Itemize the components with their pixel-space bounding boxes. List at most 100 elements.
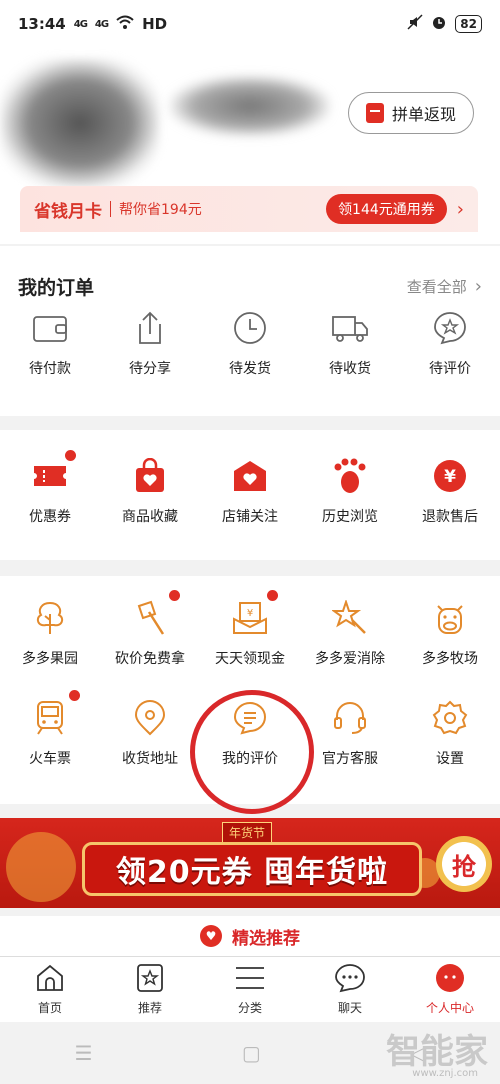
notification-dot bbox=[169, 590, 180, 601]
tab-chat[interactable]: 聊天 bbox=[300, 957, 400, 1022]
svg-text:¥: ¥ bbox=[247, 608, 253, 619]
ticket-icon bbox=[30, 450, 76, 496]
featured-picks-label: 精选推荐 bbox=[232, 928, 300, 949]
daily-cash-entry[interactable]: ¥ 天天领现金 bbox=[200, 590, 300, 668]
saving-card-banner[interactable]: 省钱月卡 帮你省194元 领144元通用券 › bbox=[20, 186, 478, 232]
promo-ribbon: 领20元券 囤年货啦 bbox=[82, 842, 422, 896]
shop-heart-icon bbox=[230, 456, 270, 496]
order-item-pending-payment[interactable]: 待付款 bbox=[0, 308, 100, 378]
orders-title: 我的订单 bbox=[18, 276, 95, 299]
tab-categories[interactable]: 分类 bbox=[200, 957, 300, 1022]
red-packet-icon bbox=[365, 103, 384, 123]
tab-label: 推荐 bbox=[137, 1001, 162, 1015]
coupon-button[interactable]: 领144元通用券 bbox=[326, 194, 447, 224]
order-item-pending-receipt[interactable]: 待收货 bbox=[300, 308, 400, 378]
promo-banner[interactable]: 年货节 领20元券 囤年货啦 抢 bbox=[0, 818, 500, 908]
gear-icon bbox=[430, 698, 470, 738]
status-bar: 13:44 4G 4G HD 82 bbox=[0, 0, 500, 48]
menu-nav-icon[interactable]: ☰ bbox=[75, 1041, 93, 1065]
tool-label: 火车票 bbox=[29, 751, 71, 767]
refund-entry[interactable]: ¥ 退款售后 bbox=[400, 456, 500, 526]
tab-profile[interactable]: 个人中心 bbox=[400, 957, 500, 1022]
tool-label: 官方客服 bbox=[322, 751, 378, 767]
profile-icon bbox=[434, 963, 466, 993]
watermark-url: www.znj.com bbox=[412, 1068, 478, 1079]
mute-icon bbox=[407, 14, 423, 34]
svg-text:¥: ¥ bbox=[444, 467, 456, 487]
view-all-label: 查看全部 bbox=[406, 277, 467, 296]
view-all-orders-link[interactable]: 查看全部 › bbox=[407, 276, 482, 297]
orders-row: 待付款 待分享 待发货 待收货 待评价 bbox=[0, 308, 500, 378]
avatar[interactable] bbox=[0, 58, 160, 188]
order-item-pending-share[interactable]: 待分享 bbox=[100, 308, 200, 378]
cash-envelope-icon: ¥ bbox=[230, 590, 278, 638]
alarm-icon bbox=[431, 14, 447, 34]
tab-home[interactable]: 首页 bbox=[0, 957, 100, 1022]
followed-shops-entry[interactable]: 店铺关注 bbox=[200, 456, 300, 526]
promo-tag: 年货节 bbox=[222, 822, 273, 843]
wifi-icon bbox=[116, 15, 134, 33]
notification-dot bbox=[65, 450, 76, 461]
divider bbox=[110, 201, 111, 217]
tab-label: 聊天 bbox=[337, 1001, 362, 1015]
customer-service-entry[interactable]: 官方客服 bbox=[300, 698, 400, 768]
tab-label: 首页 bbox=[37, 1001, 62, 1015]
battery-icon: 82 bbox=[455, 15, 482, 33]
history-entry[interactable]: 历史浏览 bbox=[300, 456, 400, 526]
cow-icon bbox=[430, 598, 470, 638]
cashback-button[interactable]: 拼单返现 bbox=[348, 92, 474, 134]
settings-entry[interactable]: 设置 bbox=[400, 698, 500, 768]
tool-label: 收货地址 bbox=[122, 751, 178, 767]
notification-dot bbox=[267, 590, 278, 601]
train-icon bbox=[30, 690, 80, 738]
train-ticket-entry[interactable]: 火车票 bbox=[0, 690, 100, 768]
share-icon bbox=[130, 308, 170, 348]
address-entry[interactable]: 收货地址 bbox=[100, 698, 200, 768]
promo-decoration bbox=[6, 832, 76, 902]
watermark-logo: 智能家 bbox=[386, 1032, 488, 1072]
orders-section: 我的订单 查看全部 › 待付款 待分享 待发货 待收货 待评价 bbox=[0, 246, 500, 416]
grab-button[interactable]: 抢 bbox=[436, 836, 492, 892]
status-right: 82 bbox=[407, 14, 482, 34]
tool-label: 多多牧场 bbox=[422, 651, 478, 667]
favorites-entry[interactable]: 商品收藏 bbox=[100, 456, 200, 526]
location-icon bbox=[130, 698, 170, 738]
list-icon bbox=[234, 963, 266, 993]
username bbox=[170, 76, 330, 136]
status-left: 13:44 4G 4G HD bbox=[18, 15, 167, 33]
axe-icon bbox=[130, 590, 180, 638]
featured-picks-header: ♥ 精选推荐 bbox=[0, 916, 500, 956]
match-game-entry[interactable]: 多多爱消除 bbox=[300, 598, 400, 668]
truck-icon bbox=[330, 308, 370, 348]
order-item-label: 待发货 bbox=[229, 361, 271, 377]
recommend-icon bbox=[134, 963, 166, 993]
coupon-entry[interactable]: 优惠券 bbox=[0, 450, 100, 526]
home-icon bbox=[34, 963, 66, 993]
signal-icon: 4G bbox=[73, 18, 88, 30]
orders-header: 我的订单 查看全部 › bbox=[0, 246, 500, 308]
saving-card-title: 省钱月卡 bbox=[34, 201, 102, 222]
order-item-label: 待分享 bbox=[129, 361, 171, 377]
clock-icon bbox=[230, 308, 270, 348]
order-item-pending-review[interactable]: 待评价 bbox=[400, 308, 500, 378]
orchard-entry[interactable]: 多多果园 bbox=[0, 598, 100, 668]
utility-label: 商品收藏 bbox=[122, 509, 178, 525]
tab-label: 分类 bbox=[237, 1001, 262, 1015]
order-item-label: 待收货 bbox=[329, 361, 371, 377]
tool-label: 多多爱消除 bbox=[315, 651, 385, 667]
tool-label: 砍价免费拿 bbox=[115, 651, 185, 667]
tab-recommend[interactable]: 推荐 bbox=[100, 957, 200, 1022]
utility-section: 优惠券 商品收藏 店铺关注 历史浏览 ¥ 退款售后 bbox=[0, 430, 500, 560]
utility-label: 店铺关注 bbox=[222, 509, 278, 525]
wallet-icon bbox=[30, 308, 70, 348]
bargain-entry[interactable]: 砍价免费拿 bbox=[100, 590, 200, 668]
order-item-label: 待评价 bbox=[429, 361, 471, 377]
order-item-pending-shipment[interactable]: 待发货 bbox=[200, 308, 300, 378]
headset-icon bbox=[330, 698, 370, 738]
utility-label: 退款售后 bbox=[422, 509, 478, 525]
ranch-entry[interactable]: 多多牧场 bbox=[400, 598, 500, 668]
saving-card-subtitle: 帮你省194元 bbox=[119, 202, 202, 218]
order-item-label: 待付款 bbox=[29, 361, 71, 377]
notification-dot bbox=[69, 690, 80, 701]
home-nav-icon[interactable]: ▢ bbox=[242, 1041, 261, 1065]
